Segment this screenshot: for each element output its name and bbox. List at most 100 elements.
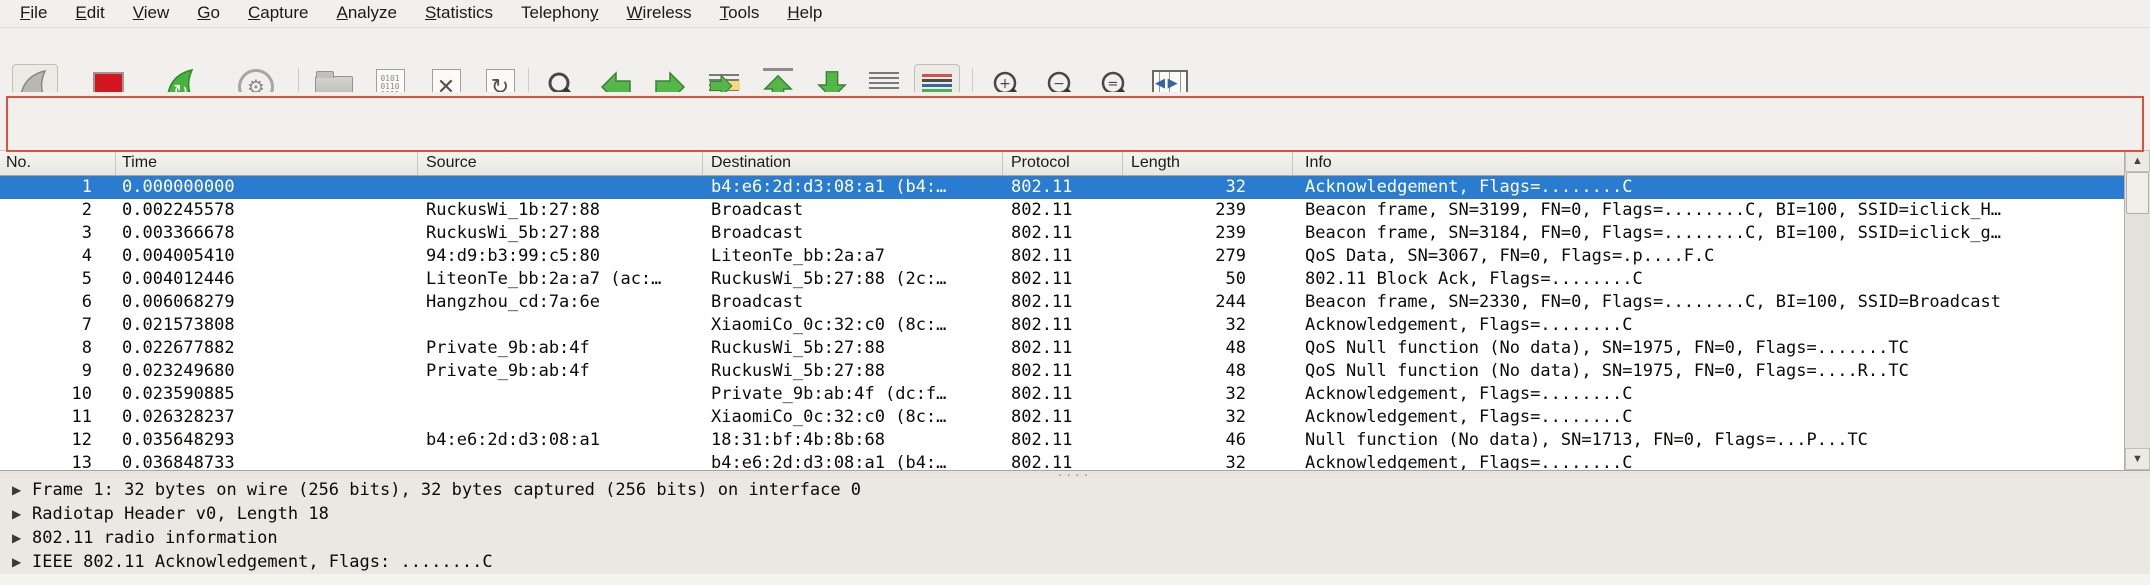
packet-row-9[interactable]: 90.023249680Private_9b:ab:4fRuckusWi_5b:…	[0, 360, 2124, 383]
packet-row-8[interactable]: 80.022677882Private_9b:ab:4fRuckusWi_5b:…	[0, 337, 2124, 360]
packet-row-10[interactable]: 100.023590885 Private_9b:ab:4f (dc:f…802.…	[0, 383, 2124, 406]
detail-row[interactable]: ▶Frame 1: 32 bytes on wire (256 bits), 3…	[0, 478, 2150, 502]
cell-protocol: 802.11	[1003, 268, 1123, 291]
menu-file[interactable]: File	[6, 1, 61, 26]
cell-time: 0.026328237	[116, 406, 418, 429]
cell-protocol: 802.11	[1003, 222, 1123, 245]
cell-length: 32	[1123, 176, 1293, 199]
cell-info: Beacon frame, SN=3184, FN=0, Flags=.....…	[1293, 222, 2124, 245]
cell-protocol: 802.11	[1003, 291, 1123, 314]
cell-destination: RuckusWi_5b:27:88 (2c:…	[703, 268, 1003, 291]
packet-row-5[interactable]: 50.004012446LiteonTe_bb:2a:a7 (ac:…Rucku…	[0, 268, 2124, 291]
cell-time: 0.006068279	[116, 291, 418, 314]
filter-toolbar: ▾ Expression... +	[0, 92, 2150, 150]
menu-tools[interactable]: Tools	[706, 1, 774, 26]
column-header-info[interactable]: Info	[1293, 151, 2124, 175]
cell-no: 10	[0, 383, 116, 406]
cell-info: Acknowledgement, Flags=........C	[1293, 406, 2124, 429]
menu-go[interactable]: Go	[183, 1, 234, 26]
detail-text: Radiotap Header v0, Length 18	[32, 502, 329, 526]
cell-time: 0.036848733	[116, 452, 418, 470]
cell-length: 48	[1123, 360, 1293, 383]
packet-row-4[interactable]: 40.00400541094:d9:b3:99:c5:80LiteonTe_bb…	[0, 245, 2124, 268]
cell-info: QoS Null function (No data), SN=1975, FN…	[1293, 337, 2124, 360]
packet-row-7[interactable]: 70.021573808XiaomiCo_0c:32:c0 (8c:…802.1…	[0, 314, 2124, 337]
cell-destination: XiaomiCo_0c:32:c0 (8c:…	[703, 314, 1003, 337]
cell-destination: Private_9b:ab:4f (dc:f…	[703, 383, 1003, 406]
cell-length: 279	[1123, 245, 1293, 268]
cell-time: 0.004005410	[116, 245, 418, 268]
column-header-destination[interactable]: Destination	[703, 151, 1003, 175]
menu-analyze[interactable]: Analyze	[322, 1, 410, 26]
wireshark-window: FileEditViewGoCaptureAnalyzeStatisticsTe…	[0, 0, 2150, 585]
expander-triangle-icon[interactable]: ▶	[0, 526, 32, 550]
packet-list-header: No.TimeSourceDestinationProtocolLengthIn…	[0, 150, 2124, 176]
cell-destination: XiaomiCo_0c:32:c0 (8c:…	[703, 406, 1003, 429]
packet-row-1[interactable]: 10.000000000b4:e6:2d:d3:08:a1 (b4:…802.1…	[0, 176, 2124, 199]
detail-row[interactable]: ▶Radiotap Header v0, Length 18	[0, 502, 2150, 526]
cell-length: 32	[1123, 452, 1293, 470]
cell-info: QoS Null function (No data), SN=1975, FN…	[1293, 360, 2124, 383]
menu-wireless[interactable]: Wireless	[613, 1, 706, 26]
expander-triangle-icon[interactable]: ▶	[0, 550, 32, 574]
menu-view[interactable]: View	[119, 1, 184, 26]
menu-statistics[interactable]: Statistics	[411, 1, 507, 26]
packet-row-2[interactable]: 20.002245578RuckusWi_1b:27:88Broadcast80…	[0, 199, 2124, 222]
pane-splitter[interactable]: ····	[0, 470, 2150, 478]
cell-no: 1	[0, 176, 116, 199]
column-header-length[interactable]: Length	[1123, 151, 1293, 175]
column-header-time[interactable]: Time	[116, 151, 418, 175]
svg-text:−: −	[1053, 76, 1065, 92]
packet-details-pane: ▶Frame 1: 32 bytes on wire (256 bits), 3…	[0, 478, 2150, 585]
expander-triangle-icon[interactable]: ▶	[0, 478, 32, 502]
cell-source	[418, 314, 703, 337]
cell-no: 5	[0, 268, 116, 291]
menu-telephony[interactable]: Telephony	[507, 1, 613, 26]
cell-length: 32	[1123, 314, 1293, 337]
detail-row[interactable]: ▶IEEE 802.11 Acknowledgement, Flags: ...…	[0, 550, 2150, 574]
column-header-source[interactable]: Source	[418, 151, 703, 175]
scroll-up-button[interactable]: ▲	[2125, 150, 2150, 172]
packet-row-11[interactable]: 110.026328237XiaomiCo_0c:32:c0 (8c:…802.…	[0, 406, 2124, 429]
cell-info: Beacon frame, SN=3199, FN=0, Flags=.....…	[1293, 199, 2124, 222]
menu-bar: FileEditViewGoCaptureAnalyzeStatisticsTe…	[0, 0, 2150, 28]
scrollbar-thumb[interactable]	[2126, 172, 2149, 214]
cell-protocol: 802.11	[1003, 176, 1123, 199]
packet-row-3[interactable]: 30.003366678RuckusWi_5b:27:88Broadcast80…	[0, 222, 2124, 245]
menu-capture[interactable]: Capture	[234, 1, 322, 26]
svg-text:+: +	[999, 76, 1011, 92]
cell-protocol: 802.11	[1003, 383, 1123, 406]
cell-destination: RuckusWi_5b:27:88	[703, 360, 1003, 383]
column-header-no[interactable]: No.	[0, 151, 116, 175]
detail-text: IEEE 802.11 Acknowledgement, Flags: ....…	[32, 550, 493, 574]
cell-source: Hangzhou_cd:7a:6e	[418, 291, 703, 314]
cell-destination: Broadcast	[703, 199, 1003, 222]
cell-time: 0.004012446	[116, 268, 418, 291]
cell-no: 7	[0, 314, 116, 337]
cell-info: Acknowledgement, Flags=........C	[1293, 383, 2124, 406]
cell-source: Private_9b:ab:4f	[418, 337, 703, 360]
detail-row[interactable]: ▶802.11 radio information	[0, 526, 2150, 550]
menu-edit[interactable]: Edit	[61, 1, 118, 26]
expander-triangle-icon[interactable]: ▶	[0, 502, 32, 526]
detail-text: Frame 1: 32 bytes on wire (256 bits), 32…	[32, 478, 861, 502]
packet-row-6[interactable]: 60.006068279Hangzhou_cd:7a:6eBroadcast80…	[0, 291, 2124, 314]
cell-length: 32	[1123, 383, 1293, 406]
cell-source: 94:d9:b3:99:c5:80	[418, 245, 703, 268]
cell-no: 3	[0, 222, 116, 245]
cell-protocol: 802.11	[1003, 429, 1123, 452]
cell-info: Acknowledgement, Flags=........C	[1293, 452, 2124, 470]
cell-no: 9	[0, 360, 116, 383]
cell-protocol: 802.11	[1003, 199, 1123, 222]
cell-info: 802.11 Block Ack, Flags=........C	[1293, 268, 2124, 291]
column-header-protocol[interactable]: Protocol	[1003, 151, 1123, 175]
cell-protocol: 802.11	[1003, 360, 1123, 383]
cell-length: 32	[1123, 406, 1293, 429]
menu-help[interactable]: Help	[773, 1, 836, 26]
vertical-scrollbar[interactable]: ▲ ▼	[2124, 150, 2150, 470]
cell-time: 0.023590885	[116, 383, 418, 406]
cell-length: 244	[1123, 291, 1293, 314]
scroll-down-button[interactable]: ▼	[2125, 448, 2150, 470]
packet-list: 10.000000000b4:e6:2d:d3:08:a1 (b4:…802.1…	[0, 176, 2124, 470]
packet-row-12[interactable]: 120.035648293b4:e6:2d:d3:08:a118:31:bf:4…	[0, 429, 2124, 452]
